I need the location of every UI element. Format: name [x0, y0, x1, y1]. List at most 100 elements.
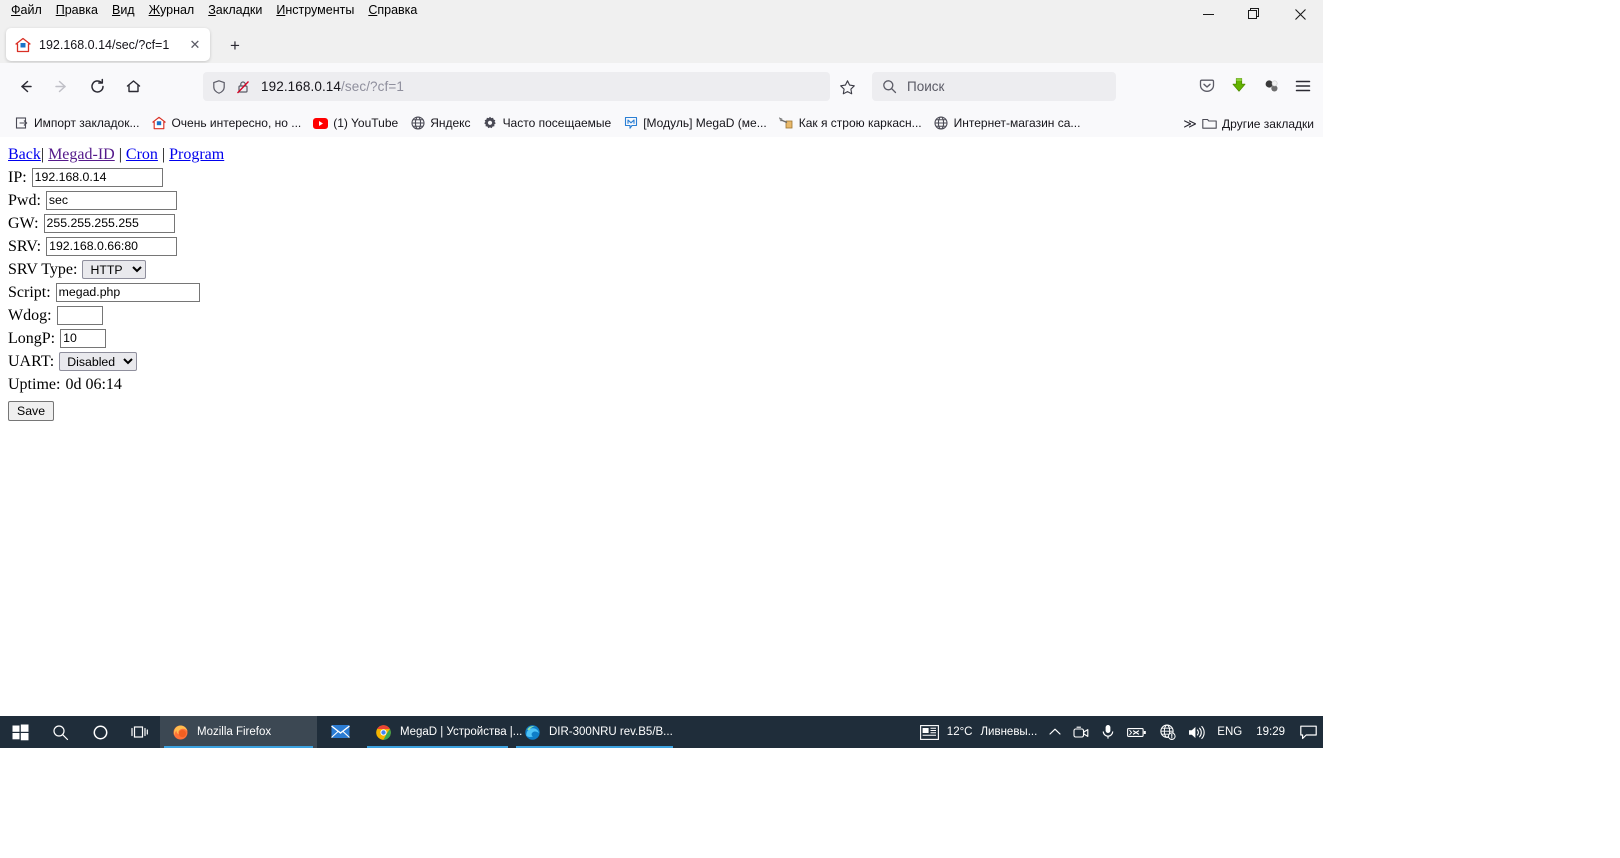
pwd-input[interactable] [45, 191, 177, 210]
search-icon [882, 79, 897, 94]
form-row-wdog: Wdog: [8, 304, 1315, 327]
form-row-longp: LongP: [8, 327, 1315, 350]
start-button[interactable] [0, 716, 40, 748]
link-back[interactable]: Back [8, 146, 41, 163]
tab-strip: 192.168.0.14/sec/?cf=1 ✕ + [0, 21, 1323, 63]
extension-icon [1265, 79, 1277, 91]
bookmark-label: Очень интересно, но ... [171, 116, 302, 130]
bookmark-shop[interactable]: Интернет-магазин са... [928, 113, 1087, 134]
taskbar-app-chrome[interactable]: MegaD | Устройства |... [363, 716, 522, 748]
globe-icon [410, 116, 425, 131]
menu-tools[interactable]: Инструменты [269, 1, 361, 20]
app-menu-button[interactable] [1287, 71, 1319, 101]
new-tab-button[interactable]: + [224, 34, 246, 56]
other-bookmarks-button[interactable]: Другие закладки [1197, 113, 1319, 134]
bookmark-label: (1) YouTube [333, 116, 399, 130]
forward-button[interactable] [46, 71, 76, 101]
taskbar-search-button[interactable] [40, 716, 80, 748]
restore-icon [1248, 8, 1259, 19]
form-row-ip: IP: [8, 166, 1315, 189]
forward-arrow-icon [54, 80, 66, 92]
bookmark-frequent[interactable]: Часто посещаемые [477, 113, 618, 134]
bookmark-megad-module[interactable]: [Модуль] MegaD (ме... [617, 113, 772, 134]
bookmark-star-button[interactable] [833, 73, 861, 101]
menu-help-accesskey: С [368, 3, 378, 17]
taskbar-clock[interactable]: 19:29 [1248, 716, 1293, 748]
taskbar-app-mail[interactable] [317, 716, 363, 748]
link-program[interactable]: Program [169, 146, 224, 163]
bookmark-interesting[interactable]: Очень интересно, но ... [145, 113, 307, 134]
taskbar-app-edge[interactable]: DIR-300NRU rev.B5/B... [512, 716, 677, 748]
longp-label: LongP: [8, 330, 56, 347]
windows-taskbar: Mozilla Firefox MegaD | Устройства |... … [0, 716, 1323, 748]
back-arrow-icon [20, 80, 32, 92]
battery-button[interactable] [1121, 716, 1153, 748]
bookmark-label: Яндекс [430, 116, 471, 130]
longp-input[interactable] [60, 329, 107, 348]
bookmark-import[interactable]: Импорт закладок... [8, 113, 145, 134]
task-view-button[interactable] [120, 716, 160, 748]
script-input[interactable] [55, 283, 200, 302]
save-button[interactable]: Save [8, 401, 55, 421]
search-bar[interactable]: Поиск [872, 72, 1116, 101]
home-icon [126, 79, 140, 92]
action-center-button[interactable] [1293, 716, 1323, 748]
wdog-label: Wdog: [8, 307, 52, 324]
lock-crossed-icon[interactable] [235, 79, 251, 95]
tab-close-icon[interactable]: ✕ [186, 36, 204, 54]
form-row-script: Script: [8, 281, 1315, 304]
menu-bookmarks[interactable]: Закладки [201, 1, 269, 20]
menu-history-accesskey: Ж [148, 3, 161, 17]
camera-status-button[interactable] [1067, 716, 1095, 748]
news-weather-widget[interactable]: 12°C Ливневы... [914, 716, 1044, 748]
menu-view[interactable]: Вид [105, 1, 142, 20]
ip-input[interactable] [31, 168, 163, 187]
srv-type-label: SRV Type: [8, 261, 78, 278]
bookmark-label: Импорт закладок... [34, 116, 140, 130]
search-icon [52, 724, 68, 740]
uart-select[interactable]: Disabled [59, 352, 138, 371]
menu-edit-accesskey: П [55, 3, 65, 17]
pocket-button[interactable] [1191, 71, 1223, 101]
gw-input[interactable] [43, 214, 175, 233]
bookmark-label: [Модуль] MegaD (ме... [643, 116, 767, 130]
extension-button[interactable] [1255, 71, 1287, 101]
network-warning-icon [1160, 724, 1176, 740]
close-icon [1294, 8, 1306, 20]
bookmark-yandex[interactable]: Яндекс [404, 113, 476, 134]
page-nav-links: Back| Megad-ID | Cron | Program [8, 145, 1315, 164]
shield-icon[interactable] [211, 79, 227, 95]
chrome-icon [375, 724, 392, 741]
menu-edit[interactable]: Правка [49, 1, 105, 20]
back-button[interactable] [10, 71, 40, 101]
link-megad-id[interactable]: Megad-ID [48, 146, 115, 163]
form-row-srv: SRV: [8, 235, 1315, 258]
taskbar-app-firefox[interactable]: Mozilla Firefox [160, 716, 317, 748]
windows-start-icon [12, 724, 28, 740]
srv-type-select[interactable]: HTTP [82, 260, 147, 279]
link-cron[interactable]: Cron [126, 146, 158, 163]
bookmark-karkas[interactable]: Как я строю каркасн... [773, 113, 928, 134]
downloads-button[interactable] [1223, 71, 1255, 101]
tray-overflow-button[interactable] [1043, 716, 1067, 748]
uptime-label: Uptime: [8, 376, 61, 393]
cortana-button[interactable] [80, 716, 120, 748]
browser-tab-active[interactable]: 192.168.0.14/sec/?cf=1 ✕ [6, 28, 210, 61]
menu-help[interactable]: Справка [361, 1, 424, 20]
volume-button[interactable] [1182, 716, 1211, 748]
wdog-input[interactable] [56, 306, 103, 325]
microphone-button[interactable] [1095, 716, 1121, 748]
menu-file[interactable]: Файл [4, 1, 49, 20]
srv-input[interactable] [46, 237, 178, 256]
bookmark-youtube[interactable]: (1) YouTube [307, 113, 404, 134]
reload-button[interactable] [82, 71, 112, 101]
menu-bookmarks-label: акладки [215, 3, 263, 17]
address-bar[interactable]: 192.168.0.14/sec/?cf=1 [203, 72, 830, 101]
language-indicator[interactable]: ENG [1211, 716, 1248, 748]
globe-icon [934, 116, 949, 131]
menu-history[interactable]: Журнал [142, 1, 202, 20]
menu-tools-accesskey: И [276, 3, 286, 17]
minimize-icon [1202, 13, 1214, 15]
home-button[interactable] [118, 71, 148, 101]
network-button[interactable] [1153, 716, 1182, 748]
